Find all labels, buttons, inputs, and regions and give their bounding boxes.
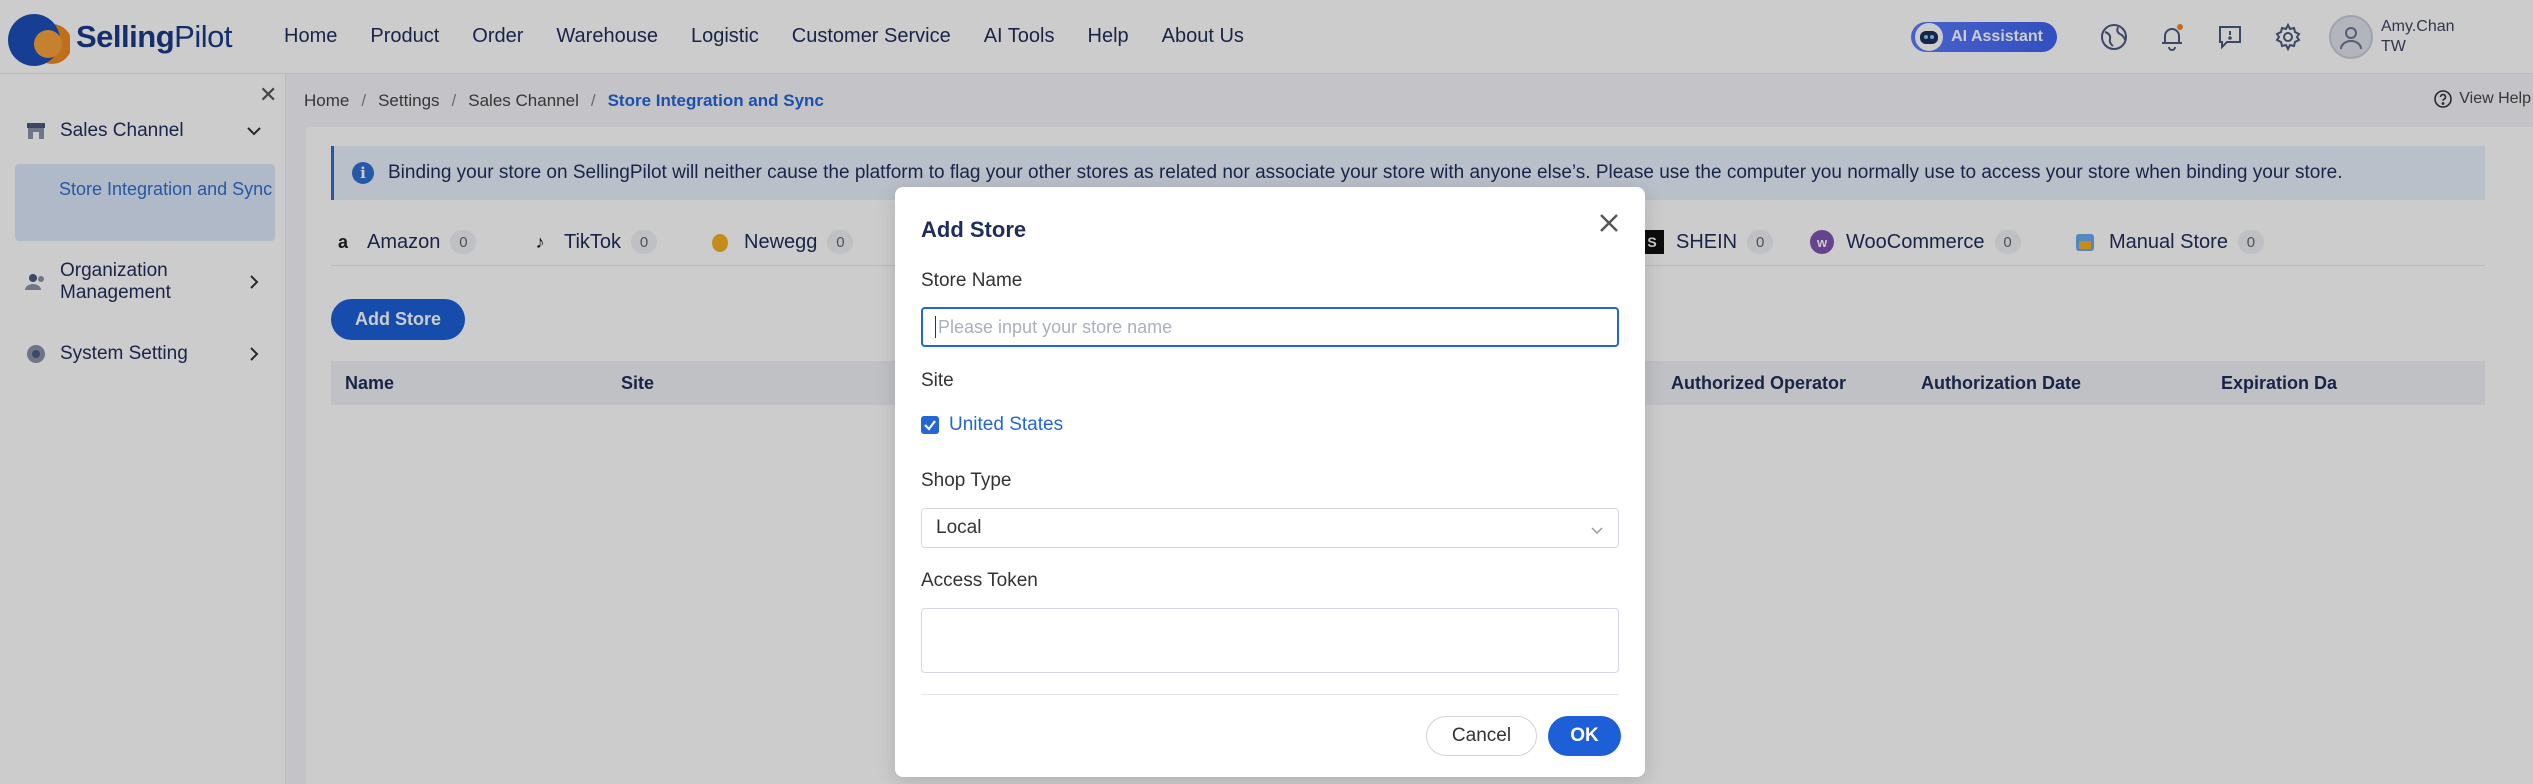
chevron-down-icon [1590, 521, 1604, 535]
site-label: Site [921, 370, 954, 391]
text-caret [935, 316, 936, 338]
checkbox-checked-icon[interactable] [921, 416, 939, 434]
dialog-title: Add Store [921, 217, 1027, 242]
access-token-label: Access Token [921, 570, 1038, 591]
dialog-divider [921, 694, 1619, 695]
site-option-united-states[interactable]: United States [921, 414, 1063, 436]
shop-type-value: Local [936, 517, 982, 538]
access-token-input[interactable] [921, 608, 1619, 673]
shop-type-select[interactable]: Local [921, 508, 1619, 548]
close-icon[interactable] [1595, 209, 1623, 237]
store-name-input[interactable]: Please input your store name [921, 307, 1619, 347]
store-name-placeholder: Please input your store name [938, 316, 1173, 337]
store-name-label: Store Name [921, 270, 1023, 291]
ok-button[interactable]: OK [1548, 716, 1621, 756]
cancel-button[interactable]: Cancel [1426, 716, 1537, 756]
add-store-dialog: Add Store Store Name Please input your s… [895, 187, 1645, 777]
site-option-label: United States [949, 414, 1064, 435]
shop-type-label: Shop Type [921, 470, 1012, 491]
